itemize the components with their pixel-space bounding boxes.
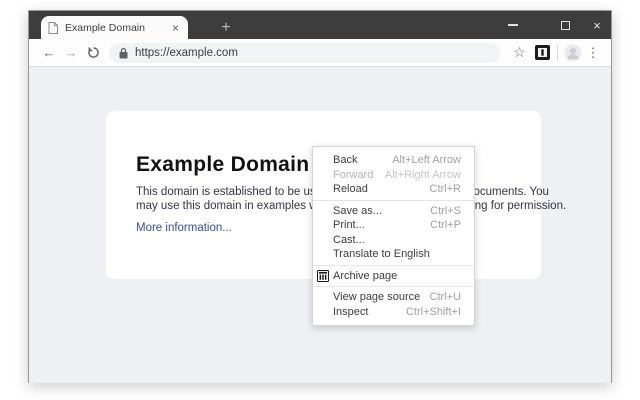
menu-item-back[interactable]: Back Alt+Left Arrow [313, 153, 474, 168]
star-icon: ☆ [513, 44, 526, 60]
tab-close-icon[interactable]: × [170, 22, 181, 34]
maximize-icon [560, 20, 570, 30]
menu-item-shortcut: Ctrl+Shift+I [405, 305, 461, 318]
minimize-icon [508, 24, 518, 26]
archive-icon [317, 269, 329, 282]
menu-item-shortcut: Alt+Right Arrow [384, 168, 461, 181]
menu-item-shortcut: Alt+Left Arrow [392, 154, 461, 167]
menu-item-print[interactable]: Print... Ctrl+P [313, 218, 474, 233]
profile-button[interactable] [561, 41, 584, 65]
reload-button[interactable] [82, 41, 104, 65]
context-menu: Back Alt+Left Arrow Forward Alt+Right Ar… [312, 146, 475, 326]
menu-item-inspect[interactable]: Inspect Ctrl+Shift+I [313, 305, 474, 320]
menu-item-cast[interactable]: Cast... [313, 233, 474, 248]
menu-item-shortcut: Ctrl+U [429, 291, 461, 304]
window-close-button[interactable]: × [585, 11, 609, 39]
close-icon: × [593, 17, 601, 33]
archive-extension-icon [535, 45, 550, 60]
menu-item-shortcut: Ctrl+R [429, 183, 461, 196]
page-favicon-icon [48, 21, 58, 34]
menu-item-label: Cast... [333, 233, 365, 246]
menu-item-label: Back [333, 154, 358, 167]
title-bar: Example Domain × + × [29, 11, 611, 39]
page-title: Example Domain [136, 153, 310, 176]
menu-item-shortcut: Ctrl+P [430, 219, 461, 232]
menu-item-forward: Forward Alt+Right Arrow [313, 168, 474, 183]
menu-item-reload[interactable]: Reload Ctrl+R [313, 182, 474, 197]
browser-toolbar: ← → https://example.com ☆ ⋮ [29, 39, 611, 67]
menu-item-translate[interactable]: Translate to English [313, 247, 474, 262]
tab-title: Example Domain [65, 21, 145, 34]
menu-item-shortcut: Ctrl+S [430, 204, 461, 217]
menu-item-label: Archive page [333, 269, 398, 282]
menu-item-label: Print... [333, 219, 365, 232]
browser-menu-button[interactable]: ⋮ [584, 41, 602, 65]
new-tab-button[interactable]: + [213, 16, 239, 39]
back-icon: ← [42, 45, 56, 60]
menu-item-label: Save as... [333, 204, 382, 217]
menu-separator [313, 264, 474, 266]
forward-button[interactable]: → [60, 41, 82, 65]
window-maximize-button[interactable] [553, 11, 577, 39]
menu-item-label: Translate to English [333, 248, 430, 261]
menu-item-archive-page[interactable]: Archive page [313, 269, 474, 284]
window-minimize-button[interactable] [501, 11, 525, 39]
toolbar-divider [557, 44, 558, 61]
browser-tab[interactable]: Example Domain × [41, 16, 188, 39]
menu-separator [313, 199, 474, 201]
three-dot-menu-icon: ⋮ [586, 44, 600, 60]
menu-item-label: Forward [333, 168, 374, 181]
menu-item-save-as[interactable]: Save as... Ctrl+S [313, 204, 474, 219]
profile-avatar-icon [564, 44, 582, 62]
menu-item-view-page-source[interactable]: View page source Ctrl+U [313, 290, 474, 305]
menu-item-label: Reload [333, 183, 368, 196]
menu-item-label: Inspect [333, 305, 369, 318]
browser-window: Example Domain × + × ← → https://example… [28, 10, 612, 383]
bookmark-button[interactable]: ☆ [508, 41, 531, 65]
more-information-link[interactable]: More information... [136, 222, 232, 234]
forward-icon: → [64, 45, 78, 60]
archive-extension-button[interactable] [531, 41, 554, 65]
menu-item-label: View page source [333, 291, 421, 304]
menu-separator [313, 286, 474, 287]
back-button[interactable]: ← [38, 41, 60, 65]
lock-icon[interactable] [119, 47, 128, 59]
url-text: https://example.com [135, 46, 238, 59]
address-bar[interactable]: https://example.com [109, 42, 500, 63]
reload-icon [87, 46, 100, 59]
